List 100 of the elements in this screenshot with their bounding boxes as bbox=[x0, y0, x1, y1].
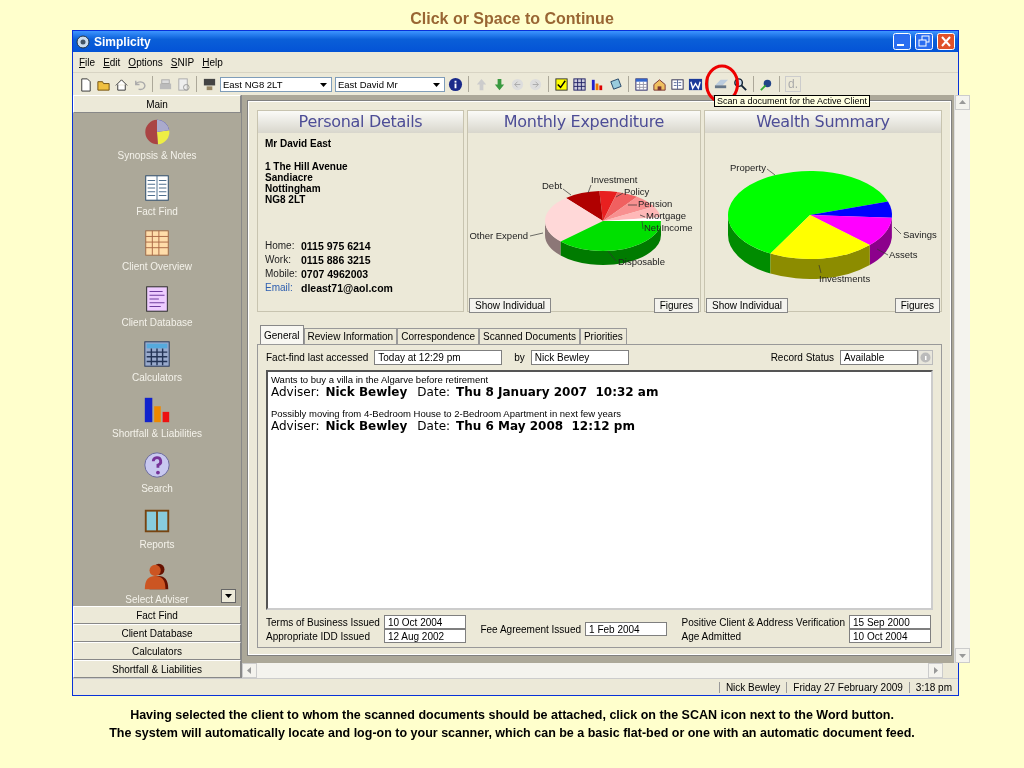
field-label: by bbox=[514, 352, 525, 363]
window-title: Simplicity bbox=[94, 34, 152, 49]
sidebar-header[interactable]: Main bbox=[73, 95, 241, 113]
leader-line bbox=[766, 168, 776, 176]
sidebar-section[interactable]: Fact Find bbox=[73, 606, 241, 624]
date-field[interactable]: 1 Feb 2004 bbox=[585, 622, 668, 636]
close-icon[interactable] bbox=[937, 33, 955, 50]
chart-button[interactable]: Figures bbox=[894, 298, 940, 313]
slide-title[interactable]: Click or Space to Continue bbox=[0, 0, 1024, 30]
leader-line bbox=[893, 226, 902, 235]
date-label: Date: bbox=[417, 385, 451, 399]
menu-item[interactable]: SNIP bbox=[170, 56, 195, 68]
leader-line bbox=[639, 214, 646, 218]
sidebar-section[interactable]: Shortfall & Liabilities bbox=[73, 660, 241, 678]
tab[interactable]: Review Information bbox=[303, 328, 398, 344]
new-file-icon[interactable] bbox=[78, 76, 93, 92]
field-label: Fact-find last accessed bbox=[266, 352, 369, 363]
scroll-left-icon[interactable] bbox=[242, 663, 257, 678]
client-name: Mr David East bbox=[265, 138, 333, 149]
calendar-icon[interactable] bbox=[634, 76, 649, 92]
status-text: Friday 27 February 2009 bbox=[786, 681, 909, 693]
menu-item[interactable]: File bbox=[79, 56, 96, 68]
app-icon bbox=[76, 34, 90, 49]
search-icon[interactable] bbox=[733, 76, 748, 92]
menu-item[interactable]: Edit bbox=[103, 56, 121, 68]
notes-area[interactable] bbox=[266, 370, 933, 610]
house-icon[interactable] bbox=[652, 76, 667, 92]
contact-label: Work: bbox=[265, 254, 292, 266]
minimize-icon[interactable] bbox=[893, 33, 911, 50]
chart-button[interactable]: Show Individual bbox=[706, 298, 789, 313]
menu-item[interactable]: Help bbox=[202, 56, 223, 68]
card-title: Wealth Summary bbox=[705, 111, 941, 133]
scroll-right-icon[interactable] bbox=[928, 663, 943, 678]
info-icon[interactable] bbox=[448, 76, 463, 92]
field-label: Positive Client & Address Verification bbox=[681, 616, 845, 628]
note-date: Thu 6 May 2008 12:12 pm bbox=[456, 419, 635, 433]
leader-line bbox=[627, 204, 638, 206]
slice-label: Pension bbox=[638, 198, 673, 209]
date-field[interactable]: 10 Oct 2004 bbox=[383, 615, 466, 629]
card-title: Monthly Expenditure bbox=[468, 111, 700, 133]
sidebar-item-icon bbox=[142, 450, 172, 480]
leader-line bbox=[529, 232, 544, 237]
input-field[interactable]: Today at 12:29 pm bbox=[374, 350, 503, 365]
address-line: Sandiacre bbox=[265, 172, 314, 183]
client-dropdown[interactable]: East David Mr bbox=[335, 76, 445, 92]
sidebar-section[interactable]: Calculators bbox=[73, 642, 241, 660]
status-text: 3:18 pm bbox=[908, 681, 958, 693]
sidebar-item-icon bbox=[142, 117, 172, 147]
scroll-up-icon[interactable] bbox=[955, 95, 970, 110]
leader-line bbox=[615, 192, 624, 198]
card-title: Personal Details bbox=[258, 111, 463, 133]
contact-label: Mobile: bbox=[265, 268, 299, 280]
contact-label: Email: bbox=[265, 282, 294, 294]
home-icon[interactable] bbox=[114, 76, 129, 92]
email-value: dleast71@aol.com bbox=[301, 282, 394, 294]
input-field[interactable]: Nick Bewley bbox=[530, 350, 629, 365]
menu-item[interactable]: Options bbox=[128, 56, 163, 68]
field-label: Appropriate IDD Issued bbox=[266, 630, 371, 642]
checklist-icon[interactable] bbox=[554, 76, 569, 92]
field-label: Record Status bbox=[770, 352, 834, 363]
date-field[interactable]: 15 Sep 2000 bbox=[849, 615, 931, 629]
tab[interactable]: Scanned Documents bbox=[479, 328, 580, 344]
scroll-down-icon[interactable] bbox=[221, 589, 236, 603]
phone-value: 0707 4962003 bbox=[301, 268, 370, 280]
field-label: Terms of Business Issued bbox=[266, 616, 380, 628]
slice-label: Assets bbox=[889, 249, 918, 260]
slice-label: Mortgage bbox=[646, 210, 687, 221]
status-text: Nick Bewley bbox=[718, 681, 787, 693]
caption-text: The system will automatically locate and log-on to your scanner, which can be a basic flat-bed or one with an automatic document feed. bbox=[108, 725, 916, 742]
tab[interactable]: Priorities bbox=[579, 328, 627, 344]
sidebar-item-icon bbox=[142, 172, 172, 203]
tooltip: Scan a document for the Active Client bbox=[714, 95, 871, 107]
leader-line bbox=[587, 184, 592, 194]
grid-icon[interactable] bbox=[572, 76, 587, 92]
adviser-label: Adviser: bbox=[271, 419, 320, 433]
adviser-name: Nick Bewley bbox=[325, 385, 408, 399]
date-field[interactable]: 10 Oct 2004 bbox=[849, 629, 931, 643]
tab[interactable]: General bbox=[260, 325, 304, 344]
date-field[interactable]: 12 Aug 2002 bbox=[383, 629, 466, 643]
sidebar-item-icon bbox=[142, 228, 172, 258]
leader-line bbox=[607, 250, 617, 262]
slice-label: Investment bbox=[591, 174, 638, 185]
slice-label: Policy bbox=[624, 186, 650, 197]
field-label: Age Admitted bbox=[681, 630, 743, 642]
input-field[interactable]: Available bbox=[840, 350, 918, 365]
note-text: Possibly moving from 4-Bedroom House to 2-Bedroom Apartment in next few years bbox=[271, 408, 623, 419]
client-dropdown[interactable]: East NG8 2LT bbox=[220, 76, 332, 92]
chart-button[interactable]: Figures bbox=[653, 298, 699, 313]
adviser-label: Adviser: bbox=[271, 385, 320, 399]
word-document-icon[interactable] bbox=[688, 76, 703, 92]
tab[interactable]: Correspondence bbox=[397, 328, 480, 344]
address-line: Nottingham bbox=[265, 183, 322, 194]
slice-label: Investments bbox=[819, 273, 871, 284]
adviser-name: Nick Bewley bbox=[325, 419, 408, 433]
restore-icon[interactable] bbox=[915, 33, 933, 50]
slice-label: Property bbox=[730, 162, 766, 173]
book-icon[interactable] bbox=[670, 76, 685, 92]
leader-line bbox=[876, 248, 889, 256]
chart-button[interactable]: Show Individual bbox=[469, 298, 552, 313]
sidebar-section[interactable]: Client Database bbox=[73, 624, 241, 642]
